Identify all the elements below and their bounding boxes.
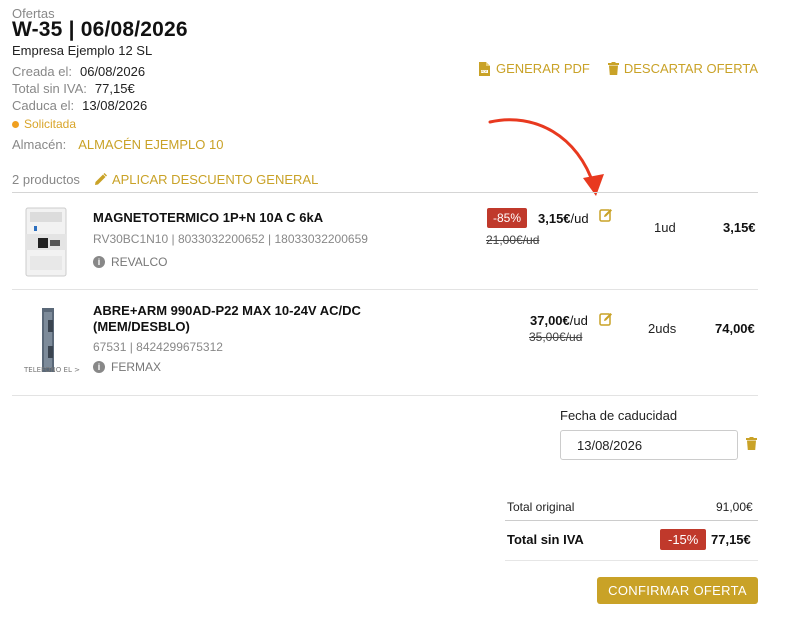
total-discount-badge: -15% bbox=[660, 529, 707, 550]
product-row: MAGNETOTERMICO 1P+N 10A C 6kA RV30BC1N10… bbox=[12, 194, 758, 290]
product-name-line2: (MEM/DESBLO) bbox=[93, 319, 190, 334]
discard-offer-button[interactable]: DESCARTAR OFERTA bbox=[607, 61, 758, 76]
svg-text:PDF: PDF bbox=[481, 69, 487, 73]
edit-price-icon[interactable] bbox=[599, 312, 613, 326]
expiry-date-input[interactable] bbox=[560, 430, 738, 460]
confirm-offer-button[interactable]: CONFIRMAR OFERTA bbox=[597, 577, 758, 604]
brand-label: FERMAX bbox=[111, 360, 162, 374]
generate-pdf-label: GENERAR PDF bbox=[495, 61, 590, 76]
line-total: 74,00€ bbox=[715, 321, 755, 336]
old-price: 21,00€/ud bbox=[486, 233, 540, 247]
totals-divider bbox=[505, 560, 758, 561]
unit-price-value: 3,15€ bbox=[538, 211, 571, 226]
status-dot-icon bbox=[12, 120, 19, 128]
product-row: TELEFONO EL > ABRE+ARM 990AD-P22 MAX 10-… bbox=[12, 290, 758, 394]
apply-general-discount-button[interactable]: APLICAR DESCUENTO GENERAL bbox=[94, 172, 318, 187]
pencil-icon bbox=[94, 173, 107, 185]
expires-label: Caduca el: bbox=[12, 98, 75, 113]
products-bar: 2 productos APLICAR DESCUENTO GENERAL bbox=[12, 172, 318, 187]
warehouse-row: Almacén: ALMACÉN EJEMPLO 10 bbox=[12, 137, 223, 152]
total-value: 77,15€ bbox=[94, 81, 135, 96]
unit-price-suffix: /ud bbox=[570, 211, 589, 226]
product-codes: 67531 | 8424299675312 bbox=[93, 340, 223, 354]
generate-pdf-button[interactable]: PDF GENERAR PDF bbox=[478, 61, 590, 76]
apply-general-discount-label: APLICAR DESCUENTO GENERAL bbox=[111, 172, 319, 187]
edit-price-icon[interactable] bbox=[599, 208, 613, 222]
product-name: ABRE+ARM 990AD-P22 MAX 10-24V AC/DC (MEM… bbox=[93, 303, 361, 335]
original-total-label: Total original bbox=[507, 500, 575, 514]
unit-price-suffix: /ud bbox=[569, 313, 588, 328]
status-badge: Solicitada bbox=[12, 117, 76, 131]
totals-divider bbox=[505, 520, 758, 521]
quantity: 2uds bbox=[648, 321, 677, 336]
thumbnail-caption: TELEFONO EL > bbox=[24, 366, 80, 374]
annotation-arrow-icon bbox=[488, 118, 604, 196]
created-value: 06/08/2026 bbox=[79, 64, 146, 79]
info-icon[interactable]: i bbox=[93, 256, 105, 268]
divider bbox=[12, 192, 758, 193]
trash-icon bbox=[607, 62, 619, 75]
discount-badge: -85% bbox=[487, 208, 528, 228]
unit-price-value: 37,00€ bbox=[530, 313, 570, 328]
clear-date-trash-icon[interactable] bbox=[746, 437, 757, 450]
warehouse-label: Almacén: bbox=[12, 137, 67, 152]
page-title: W-35 | 06/08/2026 bbox=[12, 18, 188, 41]
expires-row: Caduca el: 13/08/2026 bbox=[12, 98, 147, 113]
company-name: Empresa Ejemplo 12 SL bbox=[12, 43, 153, 58]
original-total-value: 91,00€ bbox=[716, 500, 753, 514]
product-codes: RV30BC1N10 | 8033032200652 | 18033032200… bbox=[93, 232, 368, 246]
divider bbox=[12, 395, 758, 396]
products-count: 2 productos bbox=[12, 172, 80, 187]
product-name: MAGNETOTERMICO 1P+N 10A C 6kA bbox=[93, 210, 324, 225]
net-total-value: 77,15€ bbox=[711, 532, 751, 547]
unit-price: 37,00€/ud bbox=[530, 313, 588, 328]
quantity: 1ud bbox=[654, 220, 676, 235]
unit-price: 3,15€/ud bbox=[538, 211, 589, 226]
header-actions: PDF GENERAR PDF DESCARTAR OFERTA bbox=[478, 61, 758, 76]
product-brand: i FERMAX bbox=[93, 360, 161, 374]
discard-offer-label: DESCARTAR OFERTA bbox=[623, 61, 758, 76]
created-row: Creada el: 06/08/2026 bbox=[12, 64, 145, 79]
expiry-date-label: Fecha de caducidad bbox=[560, 408, 678, 423]
pdf-file-icon: PDF bbox=[478, 61, 490, 76]
total-row: Total sin IVA: 77,15€ bbox=[12, 81, 135, 96]
old-price: 35,00€/ud bbox=[529, 330, 583, 344]
brand-label: REVALCO bbox=[111, 255, 168, 269]
info-icon[interactable]: i bbox=[93, 361, 105, 373]
net-total-label: Total sin IVA bbox=[507, 532, 584, 547]
expires-value: 13/08/2026 bbox=[82, 98, 148, 113]
total-label: Total sin IVA: bbox=[12, 81, 87, 96]
warehouse-link[interactable]: ALMACÉN EJEMPLO 10 bbox=[78, 137, 223, 152]
status-label: Solicitada bbox=[24, 117, 77, 131]
product-name-line1: ABRE+ARM 990AD-P22 MAX 10-24V AC/DC bbox=[93, 303, 361, 318]
breaker-thumbnail bbox=[25, 207, 67, 277]
line-total: 3,15€ bbox=[723, 220, 756, 235]
created-label: Creada el: bbox=[12, 64, 72, 79]
product-brand: i REVALCO bbox=[93, 255, 167, 269]
